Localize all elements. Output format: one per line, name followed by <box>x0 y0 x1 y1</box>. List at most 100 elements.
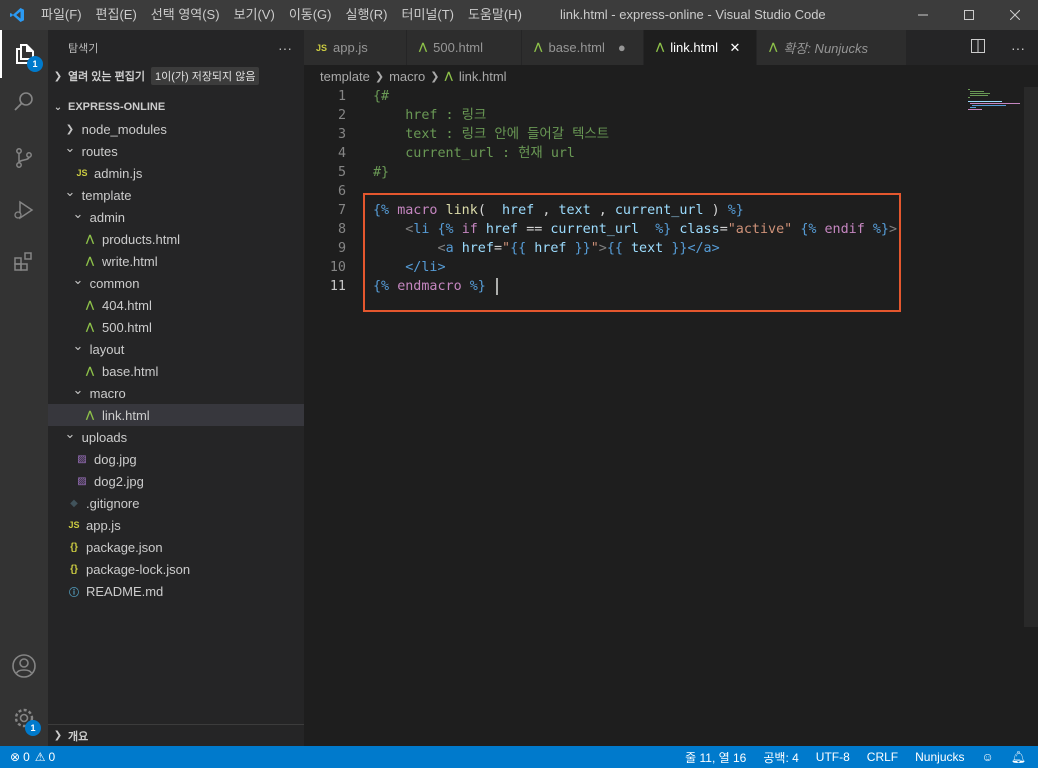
window-controls <box>900 0 1038 30</box>
unsaved-dot-icon[interactable]: ● <box>611 40 633 55</box>
menu-item[interactable]: 실행(R) <box>339 0 395 30</box>
outline-section[interactable]: ❯ 개요 <box>48 724 304 746</box>
source-control-icon[interactable] <box>0 134 48 182</box>
menu-item[interactable]: 편집(E) <box>89 0 144 30</box>
line-number: 7 <box>337 203 346 218</box>
more-actions-icon[interactable]: ··· <box>1011 40 1025 56</box>
code-line: href : 링크 <box>373 108 487 123</box>
menu-item[interactable]: 파일(F) <box>34 0 89 30</box>
error-count: 0 <box>23 750 30 764</box>
line-number: 6 <box>337 184 346 199</box>
account-icon[interactable] <box>0 642 48 690</box>
language-mode[interactable]: Nunjucks <box>915 750 964 764</box>
file-tree: ❯ node_modules ⌄ routes JS admin.js ⌄ templa… <box>48 118 304 602</box>
html-file-icon: ⋀ <box>444 70 453 82</box>
line-number: 2 <box>337 108 346 123</box>
cursor-position[interactable]: 줄 11, 열 16 <box>685 749 746 766</box>
settings-gear-icon[interactable]: 1 <box>0 694 48 742</box>
html-file-icon: ⋀ <box>85 365 95 377</box>
tree-item-label: admin <box>89 209 126 225</box>
tree-file[interactable]: ⋀ 404.html <box>48 294 304 316</box>
editor-tab[interactable]: ⋀ link.html ✕ <box>643 30 757 65</box>
tree-file[interactable]: ⋀ products.html <box>48 228 304 250</box>
tree-file[interactable]: ▨ dog.jpg <box>48 448 304 470</box>
breadcrumb-item[interactable]: template <box>320 69 370 84</box>
editor-tab[interactable]: ⋀ 확장: Nunjucks <box>756 30 908 65</box>
tree-item-label: routes <box>81 143 118 159</box>
line-number: 4 <box>337 146 346 161</box>
tree-file[interactable]: ⋀ 500.html <box>48 316 304 338</box>
split-editor-icon[interactable] <box>971 39 985 56</box>
tree-item-label: uploads <box>81 429 128 445</box>
open-editors-title: 열려 있는 편집기 <box>68 71 145 83</box>
tree-item-label: 500.html <box>102 319 152 335</box>
close-tab-icon[interactable]: ✕ <box>724 40 746 56</box>
image-file-icon: ▨ <box>77 453 87 465</box>
chevron-right-icon: ❯ <box>65 123 75 135</box>
menu-item[interactable]: 이동(G) <box>282 0 339 30</box>
tree-file[interactable]: ▨ dog2.jpg <box>48 470 304 492</box>
run-debug-icon[interactable] <box>0 186 48 234</box>
tree-folder[interactable]: ⌄ macro <box>48 382 304 404</box>
open-editors-section[interactable]: ❯ 열려 있는 편집기 1이(가) 저장되지 않음 <box>48 65 304 87</box>
explorer-header: 탐색기 ··· <box>48 30 304 65</box>
tree-file[interactable]: {} package.json <box>48 536 304 558</box>
html-file-icon: ⋀ <box>534 42 543 53</box>
tree-file[interactable]: JS app.js <box>48 514 304 536</box>
menu-item[interactable]: 도움말(H) <box>461 0 529 30</box>
tree-folder[interactable]: ⌄ common <box>48 272 304 294</box>
tree-folder[interactable]: ⌄ routes <box>48 140 304 162</box>
breadcrumb-item[interactable]: link.html <box>459 69 507 84</box>
indentation[interactable]: 공백: 4 <box>763 749 798 766</box>
html-file-icon: ⋀ <box>85 255 95 267</box>
tree-file[interactable]: ⋀ write.html <box>48 250 304 272</box>
more-actions-icon[interactable]: ··· <box>278 40 292 56</box>
close-window-icon[interactable] <box>992 0 1038 30</box>
extensions-icon[interactable] <box>0 238 48 286</box>
chevron-down-icon: ⌄ <box>64 184 76 199</box>
vscode-logo-icon <box>0 0 34 30</box>
editor-tab[interactable]: ⋀ base.html ● <box>522 30 644 65</box>
tree-item-label: products.html <box>102 231 181 247</box>
menu-item[interactable]: 터미널(T) <box>394 0 460 30</box>
tree-folder[interactable]: ⌄ uploads <box>48 426 304 448</box>
project-section[interactable]: ⌄ EXPRESS-ONLINE <box>48 96 304 118</box>
tree-item-label: package.json <box>86 539 163 555</box>
tree-file[interactable]: {} package-lock.json <box>48 558 304 580</box>
tree-file[interactable]: ◆ .gitignore <box>48 492 304 514</box>
js-file-icon: JS <box>76 168 88 178</box>
chevron-down-icon: ⌄ <box>72 382 84 397</box>
line-ending[interactable]: CRLF <box>867 750 898 764</box>
tree-folder[interactable]: ❯ node_modules <box>48 118 304 140</box>
minimize-icon[interactable] <box>900 0 946 30</box>
tree-folder[interactable]: ⌄ layout <box>48 338 304 360</box>
tree-item-label: macro <box>89 385 126 401</box>
image-file-icon: ▨ <box>77 475 87 487</box>
explorer-icon[interactable]: 1 <box>0 30 48 78</box>
title-bar: 파일(F) 편집(E) 선택 영역(S) 보기(V) 이동(G) 실행(R) 터미널(T) 도… <box>0 0 1038 30</box>
tree-item-label: write.html <box>102 253 158 269</box>
feedback-icon[interactable]: ☺ <box>982 750 994 764</box>
tab-bar: JS app.js ⋀ 500.html ⋀ base.html ● ⋀ link.html ✕ ⋀… <box>304 30 1038 65</box>
notifications-bell-icon[interactable]: 🔔︎ <box>1011 750 1026 764</box>
tree-folder[interactable]: ⌄ admin <box>48 206 304 228</box>
breadcrumb-item[interactable]: macro <box>389 69 425 84</box>
tree-folder[interactable]: ⌄ template <box>48 184 304 206</box>
editor-tab[interactable]: ⋀ 500.html <box>406 30 523 65</box>
problems-indicator[interactable]: ⊗ 0 ⚠ 0 <box>0 750 55 764</box>
encoding[interactable]: UTF-8 <box>816 750 850 764</box>
search-icon[interactable] <box>0 78 48 126</box>
line-number: 5 <box>337 165 346 180</box>
tree-file[interactable]: ⓘ README.md <box>48 580 304 602</box>
breadcrumb-separator-icon: ❯ <box>374 70 385 83</box>
markdown-file-icon: ⓘ <box>69 587 79 599</box>
tree-file[interactable]: JS admin.js <box>48 162 304 184</box>
editor-tab[interactable]: JS app.js <box>304 30 407 65</box>
tree-file[interactable]: ⋀ link.html <box>48 404 304 426</box>
maximize-icon[interactable] <box>946 0 992 30</box>
menu-item[interactable]: 보기(V) <box>227 0 282 30</box>
vertical-scrollbar[interactable] <box>1024 87 1038 627</box>
menu-item[interactable]: 선택 영역(S) <box>144 0 227 30</box>
tree-file[interactable]: ⋀ base.html <box>48 360 304 382</box>
unsaved-badge: 1이(가) 저장되지 않음 <box>150 67 260 85</box>
